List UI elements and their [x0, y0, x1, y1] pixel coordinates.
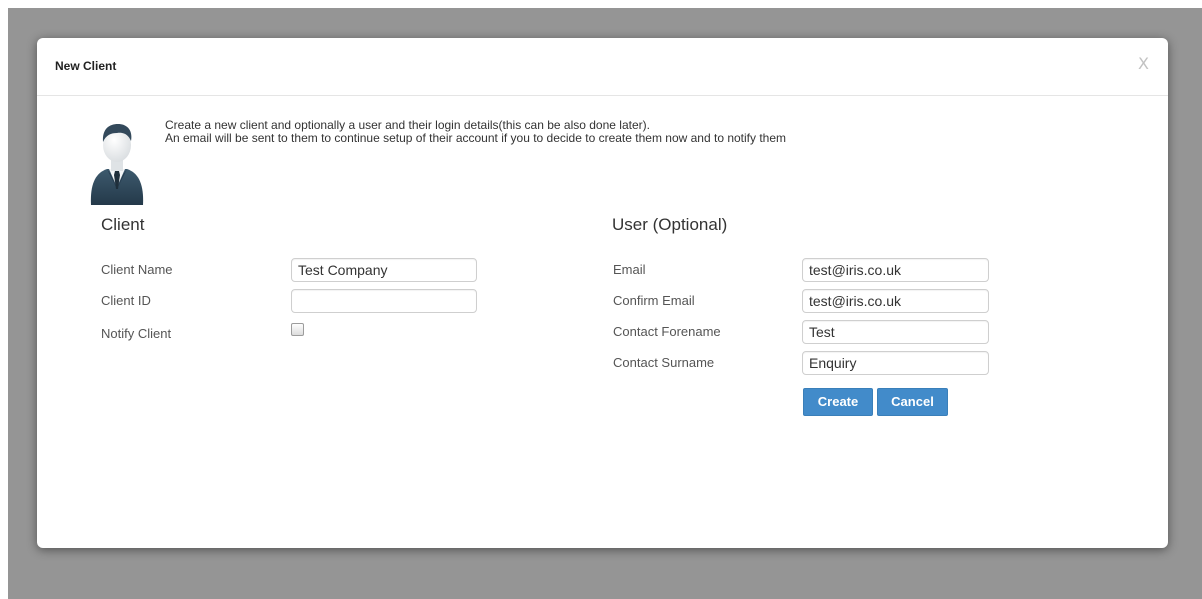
notify-client-checkbox[interactable] [291, 323, 304, 336]
notify-client-label: Notify Client [101, 326, 172, 341]
dialog-description: Create a new client and optionally a use… [165, 119, 786, 145]
dialog-header: New Client X [37, 38, 1168, 96]
client-id-label: Client ID [101, 293, 151, 308]
client-section-heading: Client [101, 215, 145, 234]
create-button[interactable]: Create [803, 388, 873, 416]
client-name-label: Client Name [101, 262, 173, 277]
intro-line-2: An email will be sent to them to continu… [165, 131, 787, 145]
confirm-email-input[interactable] [802, 289, 989, 313]
new-client-dialog: New Client X Create a new client and opt… [37, 38, 1168, 548]
client-name-input[interactable] [291, 258, 477, 282]
contact-forename-label: Contact Forename [613, 324, 721, 339]
businessman-avatar-icon [87, 115, 147, 205]
email-label: Email [613, 262, 646, 277]
confirm-email-label: Confirm Email [613, 293, 695, 308]
client-id-input[interactable] [291, 289, 477, 313]
user-section-heading: User (Optional) [612, 215, 728, 234]
close-icon[interactable]: X [1138, 54, 1149, 73]
contact-forename-input[interactable] [802, 320, 989, 344]
dialog-title: New Client [55, 59, 117, 73]
contact-surname-label: Contact Surname [613, 355, 715, 370]
email-input[interactable] [802, 258, 989, 282]
cancel-button[interactable]: Cancel [877, 388, 948, 416]
contact-surname-input[interactable] [802, 351, 989, 375]
